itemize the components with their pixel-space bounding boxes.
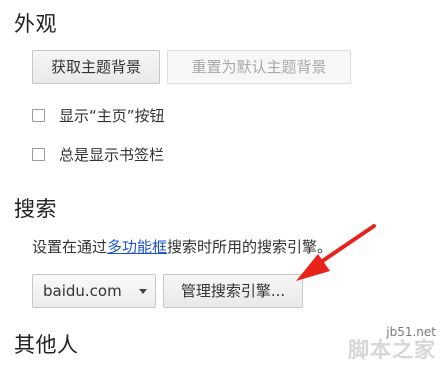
people-section-title: 其他人 bbox=[14, 333, 79, 357]
reset-theme-button[interactable]: 重置为默认主题背景 bbox=[167, 50, 351, 84]
omnibox-link[interactable]: 多功能框 bbox=[107, 238, 167, 256]
show-bookmarks-bar-checkbox[interactable] bbox=[32, 147, 45, 161]
show-bookmarks-bar-label: 总是显示书签栏 bbox=[59, 145, 165, 164]
show-bookmarks-bar-option[interactable]: 总是显示书签栏 bbox=[32, 144, 164, 164]
search-desc-text-end: 搜索时所用的搜索引擎。 bbox=[167, 238, 333, 256]
appearance-section-title: 外观 bbox=[14, 12, 57, 36]
watermark-name: 脚本之家 bbox=[348, 338, 436, 362]
search-desc-text-start: 设置在通过 bbox=[32, 238, 108, 256]
show-home-button-checkbox[interactable] bbox=[32, 108, 45, 122]
search-engine-select[interactable]: baidu.com bbox=[32, 274, 156, 308]
search-description: 设置在通过多功能框搜索时所用的搜索引擎。 bbox=[32, 236, 332, 257]
watermark-url: jb51.net bbox=[386, 325, 436, 339]
dropdown-caret-icon bbox=[139, 289, 147, 294]
show-home-button-option[interactable]: 显示“主页”按钮 bbox=[32, 105, 165, 125]
search-engine-selected-value: baidu.com bbox=[43, 282, 122, 300]
show-home-button-label: 显示“主页”按钮 bbox=[59, 106, 165, 125]
site-watermark: jb51.net 脚本之家 bbox=[348, 326, 436, 361]
manage-search-engines-button[interactable]: 管理搜索引擎... bbox=[163, 274, 303, 308]
search-section-title: 搜索 bbox=[14, 197, 57, 221]
settings-page: 外观 获取主题背景 重置为默认主题背景 显示“主页”按钮 总是显示书签栏 搜索 … bbox=[0, 0, 442, 365]
get-theme-button[interactable]: 获取主题背景 bbox=[32, 50, 160, 84]
